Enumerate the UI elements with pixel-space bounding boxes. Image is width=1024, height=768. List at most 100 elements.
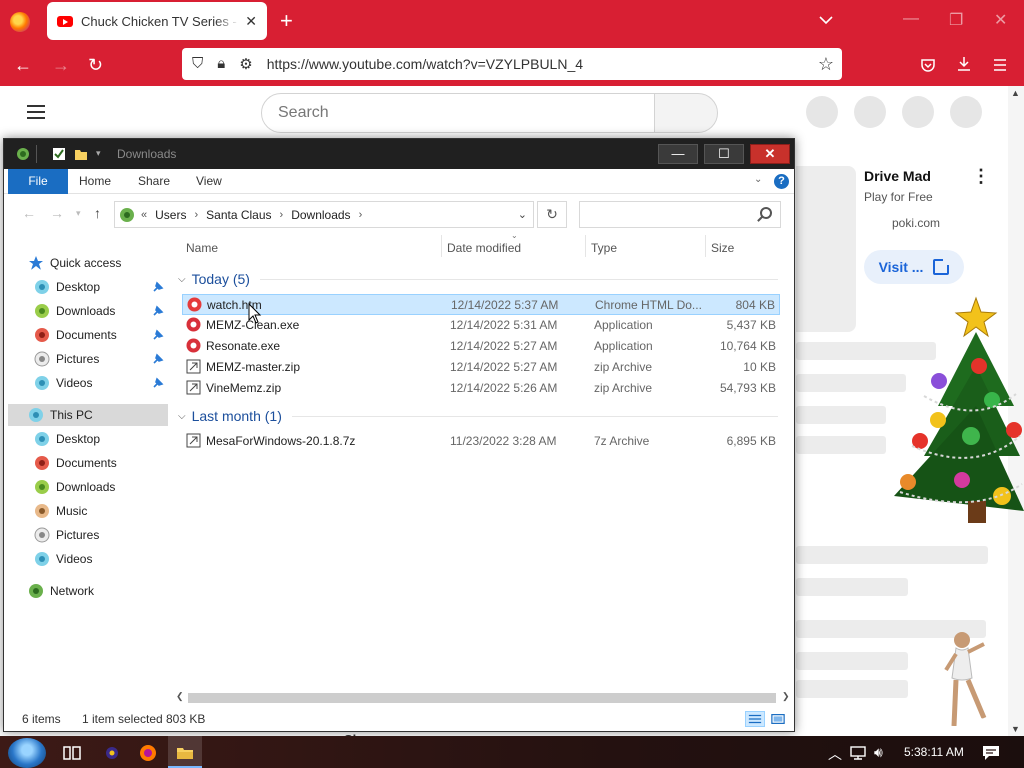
breadcrumb-separator-icon[interactable]: › — [359, 209, 363, 221]
file-row-memz-clean-exe[interactable]: MEMZ-Clean.exe 12/14/2022 5:31 AM Applic… — [182, 315, 780, 336]
back-arrow-icon[interactable]: ← — [14, 56, 32, 74]
tab-view[interactable]: View — [196, 169, 222, 194]
tab-home[interactable]: Home — [79, 169, 111, 194]
address-bar[interactable]: « Users › Santa Claus › Downloads › ⌄ — [114, 201, 534, 228]
close-button[interactable]: ✕ — [750, 144, 790, 164]
breadcrumb-separator-icon[interactable]: › — [194, 209, 198, 221]
large-icons-view-icon[interactable] — [768, 711, 788, 727]
scrollbar-thumb[interactable] — [188, 693, 776, 703]
nav-quick-videos[interactable]: Videos — [34, 372, 194, 394]
column-header-name[interactable]: Name — [186, 241, 218, 255]
menu-icon[interactable] — [992, 57, 1008, 73]
new-folder-icon[interactable] — [74, 147, 88, 161]
pin-icon[interactable] — [152, 329, 164, 341]
column-header-date[interactable]: Date modified — [447, 241, 521, 255]
tab-share[interactable]: Share — [138, 169, 170, 194]
up-arrow-icon[interactable]: ↑ — [94, 205, 101, 221]
volume-icon[interactable]: 🔊︎ — [874, 744, 883, 761]
collapse-chevron-icon[interactable]: ⌵ — [178, 411, 186, 422]
scroll-up-arrow-icon[interactable]: ▲ — [1011, 88, 1020, 98]
nav-quick-desktop[interactable]: Desktop — [34, 276, 194, 298]
more-options-icon[interactable]: ⋮ — [972, 166, 990, 187]
help-icon[interactable]: ? — [774, 174, 789, 189]
scroll-left-arrow-icon[interactable]: ❮ — [176, 691, 184, 702]
address-history-chevron-icon[interactable]: ⌄ — [518, 208, 527, 221]
nav-network[interactable]: Network — [28, 580, 188, 602]
file-row-memz-master-zip[interactable]: MEMZ-master.zip 12/14/2022 5:27 AM zip A… — [182, 357, 780, 378]
hamburger-menu-icon[interactable] — [27, 105, 45, 119]
nav-quick-downloads[interactable]: Downloads — [34, 300, 194, 322]
expand-ribbon-chevron-icon[interactable]: ⌄ — [754, 174, 762, 185]
taskbar-clock[interactable]: 5:38:11 AM — [904, 745, 964, 759]
task-view-icon[interactable] — [62, 743, 82, 763]
maximize-button[interactable]: ☐ — [704, 144, 744, 164]
minimize-button[interactable]: — — [658, 144, 698, 164]
breadcrumb-downloads[interactable]: Downloads — [291, 208, 350, 222]
ad-thumbnail[interactable] — [796, 166, 856, 332]
minimize-window-icon[interactable]: — — [903, 10, 919, 28]
breadcrumb-users[interactable]: Users — [155, 208, 186, 222]
explorer-app-icon[interactable] — [16, 147, 30, 161]
properties-icon[interactable] — [52, 147, 66, 161]
nav-pc-downloads[interactable]: Downloads — [34, 476, 194, 498]
restore-window-icon[interactable]: ❐ — [949, 10, 963, 30]
forward-arrow-icon[interactable]: → — [50, 205, 64, 221]
start-button[interactable] — [8, 738, 46, 768]
ad-title[interactable]: Drive Mad — [864, 168, 931, 184]
back-arrow-icon[interactable]: ← — [22, 205, 36, 221]
ad-visit-button[interactable]: Visit ... — [864, 250, 964, 284]
collapse-chevron-icon[interactable]: ⌵ — [178, 274, 186, 285]
breadcrumb-separator-icon[interactable]: › — [280, 209, 284, 221]
column-header-size[interactable]: Size — [711, 241, 734, 255]
pocket-icon[interactable] — [920, 57, 936, 73]
youtube-search-button[interactable] — [654, 93, 718, 133]
nav-pc-music[interactable]: Music — [34, 500, 194, 522]
pin-icon[interactable] — [152, 353, 164, 365]
url-text[interactable]: https://www.youtube.com/watch?v=VZYLPBUL… — [267, 56, 818, 72]
url-bar[interactable]: ⛉ 🔒︎ ⚙︎ https://www.youtube.com/watch?v=… — [182, 48, 842, 80]
forward-arrow-icon[interactable]: → — [52, 56, 70, 74]
nav-quick-access[interactable]: Quick access — [28, 252, 188, 274]
downloads-icon[interactable] — [956, 56, 972, 72]
file-explorer-window[interactable]: ▾ Downloads — ☐ ✕ File Home Share View ⌄… — [3, 138, 795, 732]
file-row-mesaforwindows-7z[interactable]: MesaForWindows-20.1.8.7z 11/23/2022 3:28… — [182, 431, 780, 452]
nav-pc-documents[interactable]: Documents — [34, 452, 194, 474]
column-divider[interactable] — [441, 235, 442, 257]
file-row-vinememz-zip[interactable]: VineMemz.zip 12/14/2022 5:26 AM zip Arch… — [182, 378, 780, 399]
lock-icon[interactable]: 🔒︎ — [217, 55, 225, 73]
media-app-icon[interactable] — [102, 743, 122, 763]
close-window-icon[interactable]: ✕ — [994, 10, 1007, 30]
browser-tab-active[interactable]: Chuck Chicken TV Series - The Official..… — [47, 2, 267, 40]
pin-icon[interactable] — [152, 281, 164, 293]
notifications-icon[interactable] — [982, 745, 1000, 761]
recent-locations-chevron-icon[interactable]: ▾ — [76, 208, 81, 219]
nav-pc-desktop[interactable]: Desktop — [34, 428, 194, 450]
file-row-resonate-exe[interactable]: Resonate.exe 12/14/2022 5:27 AM Applicat… — [182, 336, 780, 357]
group-header-last-month[interactable]: ⌵ Last month (1) — [178, 408, 778, 424]
new-tab-button[interactable]: + — [280, 10, 293, 32]
firefox-icon[interactable] — [10, 12, 30, 32]
tab-list-chevron-icon[interactable] — [818, 12, 834, 28]
column-divider[interactable] — [585, 235, 586, 257]
explorer-title-bar[interactable]: ▾ Downloads — ☐ ✕ — [4, 139, 794, 169]
nav-quick-documents[interactable]: Documents — [34, 324, 194, 346]
tab-close-icon[interactable]: ✕ — [245, 13, 257, 30]
refresh-button[interactable]: ↻ — [537, 201, 567, 228]
reload-icon[interactable]: ↻ — [88, 56, 103, 74]
pin-icon[interactable] — [152, 377, 164, 389]
nav-pc-pictures[interactable]: Pictures — [34, 524, 194, 546]
tab-file[interactable]: File — [8, 169, 68, 194]
nav-this-pc[interactable]: This PC — [8, 404, 168, 426]
quick-access-dropdown-icon[interactable]: ▾ — [96, 148, 101, 159]
details-view-icon[interactable] — [745, 711, 765, 727]
youtube-search-input[interactable]: Search — [261, 93, 655, 133]
column-header-type[interactable]: Type — [591, 241, 617, 255]
file-explorer-taskbar-icon[interactable] — [175, 743, 195, 763]
breadcrumb-overflow-icon[interactable]: « — [141, 209, 147, 221]
permissions-icon[interactable]: ⚙︎ — [239, 55, 252, 73]
column-divider[interactable] — [705, 235, 706, 257]
nav-pc-videos[interactable]: Videos — [34, 548, 194, 570]
group-header-today[interactable]: ⌵ Today (5) — [178, 271, 778, 287]
tracking-shield-icon[interactable]: ⛉ — [192, 55, 203, 73]
nav-quick-pictures[interactable]: Pictures — [34, 348, 194, 370]
